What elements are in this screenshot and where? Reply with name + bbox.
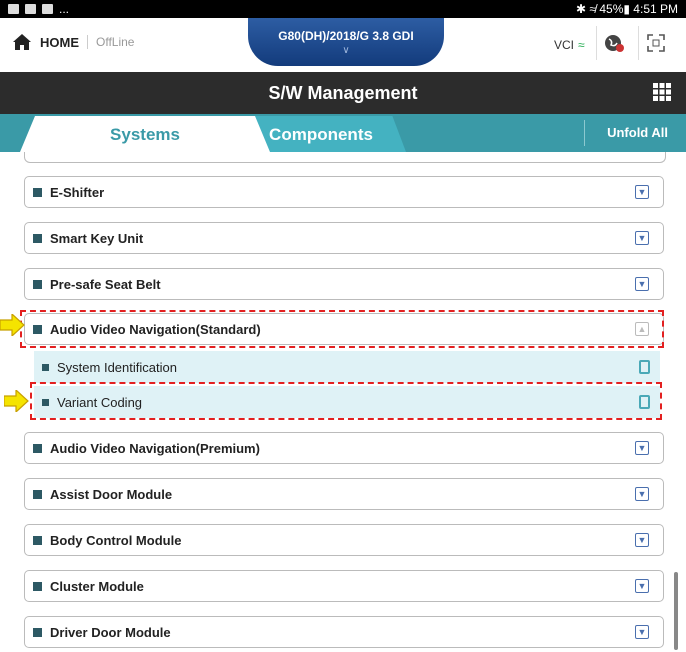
title-bar: S/W Management [0, 72, 686, 114]
wifi-icon: ≈ [578, 38, 585, 52]
status-right: ✱ ≉ 45%▮ 4:51 PM [576, 2, 678, 16]
home-icon [13, 34, 31, 50]
tabs-bar: Components Systems Unfold All [0, 114, 686, 152]
bullet-icon [33, 233, 42, 243]
expand-icon[interactable]: ▼ [635, 231, 649, 245]
list-item[interactable]: Pre-safe Seat Belt ▼ [24, 268, 664, 300]
fullscreen-button[interactable] [638, 26, 673, 60]
expand-icon[interactable]: ▼ [635, 277, 649, 291]
grid-menu-icon[interactable] [652, 82, 672, 102]
page-title: S/W Management [268, 83, 418, 103]
status-more: ... [59, 2, 70, 16]
expand-icon[interactable]: ▼ [635, 625, 649, 639]
status-left: ... [0, 2, 69, 16]
app-notification-icon [8, 4, 19, 14]
bullet-icon [33, 627, 42, 637]
offline-status: OffLine [87, 35, 134, 49]
list-item[interactable]: Driver Door Module ▼ [24, 616, 664, 648]
bullet-icon [33, 489, 42, 499]
list-item[interactable]: Cluster Module ▼ [24, 570, 664, 602]
list-item-label: E-Shifter [50, 184, 105, 200]
status-bar: ... ✱ ≉ 45%▮ 4:51 PM [0, 0, 686, 18]
sub-item-label: System Identification [57, 359, 177, 375]
document-icon [639, 360, 650, 374]
list-item-label: Pre-safe Seat Belt [50, 276, 161, 292]
list-item-label: Assist Door Module [50, 486, 173, 502]
list-item-label: Audio Video Navigation(Premium) [50, 440, 260, 456]
image-notification-icon [42, 4, 53, 14]
expand-icon[interactable]: ▼ [635, 533, 649, 547]
app-header: HOME OffLine G80(DH)/2018/G 3.8 GDI ∨ VC… [0, 18, 686, 70]
scrollbar[interactable] [674, 572, 678, 650]
list-item[interactable]: E-Shifter ▼ [24, 176, 664, 208]
vehicle-label: G80(DH)/2018/G 3.8 GDI [278, 29, 414, 43]
sub-item-system-identification[interactable]: System Identification [34, 351, 660, 383]
globe-icon [605, 35, 624, 52]
list-item-label: Driver Door Module [50, 624, 171, 640]
list-item[interactable]: Body Control Module ▼ [24, 524, 664, 556]
bullet-icon [33, 581, 42, 591]
bullet-icon [42, 363, 49, 371]
expand-icon[interactable]: ▼ [635, 487, 649, 501]
bullet-icon [33, 187, 42, 197]
list-item-label: Cluster Module [50, 578, 144, 594]
highlight-box-standard [20, 310, 664, 348]
list-item[interactable]: Smart Key Unit ▼ [24, 222, 664, 254]
arrow-right-icon [4, 390, 29, 412]
arrow-right-icon [0, 314, 25, 336]
vci-label: VCI [554, 38, 575, 52]
expand-icon[interactable]: ▼ [635, 579, 649, 593]
expand-icon[interactable]: ▼ [635, 185, 649, 199]
vci-status: VCI ≈ [554, 38, 585, 52]
list-item[interactable]: Assist Door Module ▼ [24, 478, 664, 510]
tab-systems[interactable]: Systems [20, 116, 270, 152]
vehicle-selector[interactable]: G80(DH)/2018/G 3.8 GDI ∨ [248, 18, 444, 66]
list-item[interactable]: Audio Video Navigation(Premium) ▼ [24, 432, 664, 464]
expand-icon[interactable]: ▼ [635, 441, 649, 455]
home-button[interactable]: HOME OffLine [12, 32, 134, 52]
chevron-down-icon: ∨ [342, 45, 350, 56]
unfold-all-button[interactable]: Unfold All [584, 120, 668, 146]
fullscreen-icon [647, 34, 665, 52]
bullet-icon [33, 443, 42, 453]
flag-notification-icon [25, 4, 36, 14]
bullet-icon [33, 535, 42, 545]
list-item-label: Smart Key Unit [50, 230, 144, 246]
list-item-label: Body Control Module [50, 532, 182, 548]
bullet-icon [33, 279, 42, 289]
home-label: HOME [40, 34, 79, 50]
highlight-box-variant [30, 382, 662, 420]
globe-button[interactable] [596, 26, 631, 60]
list-item-partial [24, 152, 666, 163]
